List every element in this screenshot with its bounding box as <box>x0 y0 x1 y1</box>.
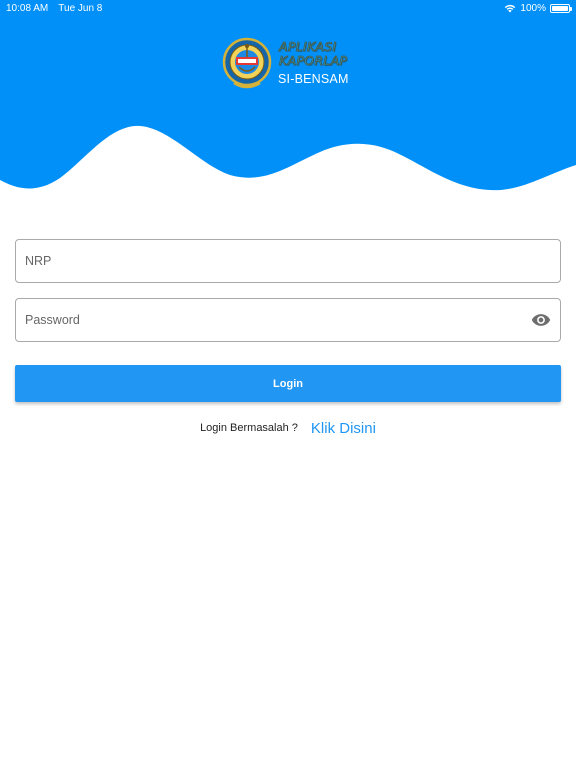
password-field[interactable] <box>15 298 561 342</box>
battery-icon <box>550 3 572 13</box>
login-help-text: Login Bermasalah ? <box>200 422 298 434</box>
battery-percent: 100% <box>520 2 546 14</box>
help-link[interactable]: Klik Disini <box>311 420 376 437</box>
login-help-row: Login Bermasalah ? Klik Disini <box>0 418 576 438</box>
status-time: 10:08 AM <box>6 2 49 14</box>
nrp-field[interactable] <box>15 239 561 283</box>
app-logo: APLIKASI KAPORLAP SI-BENSAM <box>222 37 362 93</box>
logo-title-line2: KAPORLAP <box>279 53 348 69</box>
status-date: Tue Jun 8 <box>58 2 103 14</box>
header-banner <box>0 0 576 200</box>
header-wave <box>0 0 576 191</box>
logo-title-line1: APLIKASI <box>279 39 337 55</box>
password-input[interactable] <box>25 313 531 327</box>
wifi-icon <box>505 4 516 12</box>
logo-subtitle: SI-BENSAM <box>278 72 349 86</box>
eye-icon[interactable] <box>531 310 551 330</box>
emblem-icon <box>222 37 272 89</box>
nrp-input[interactable] <box>25 254 551 268</box>
login-button[interactable]: Login <box>15 365 561 402</box>
status-bar: 10:08 AM Tue Jun 8 100% <box>0 0 576 16</box>
